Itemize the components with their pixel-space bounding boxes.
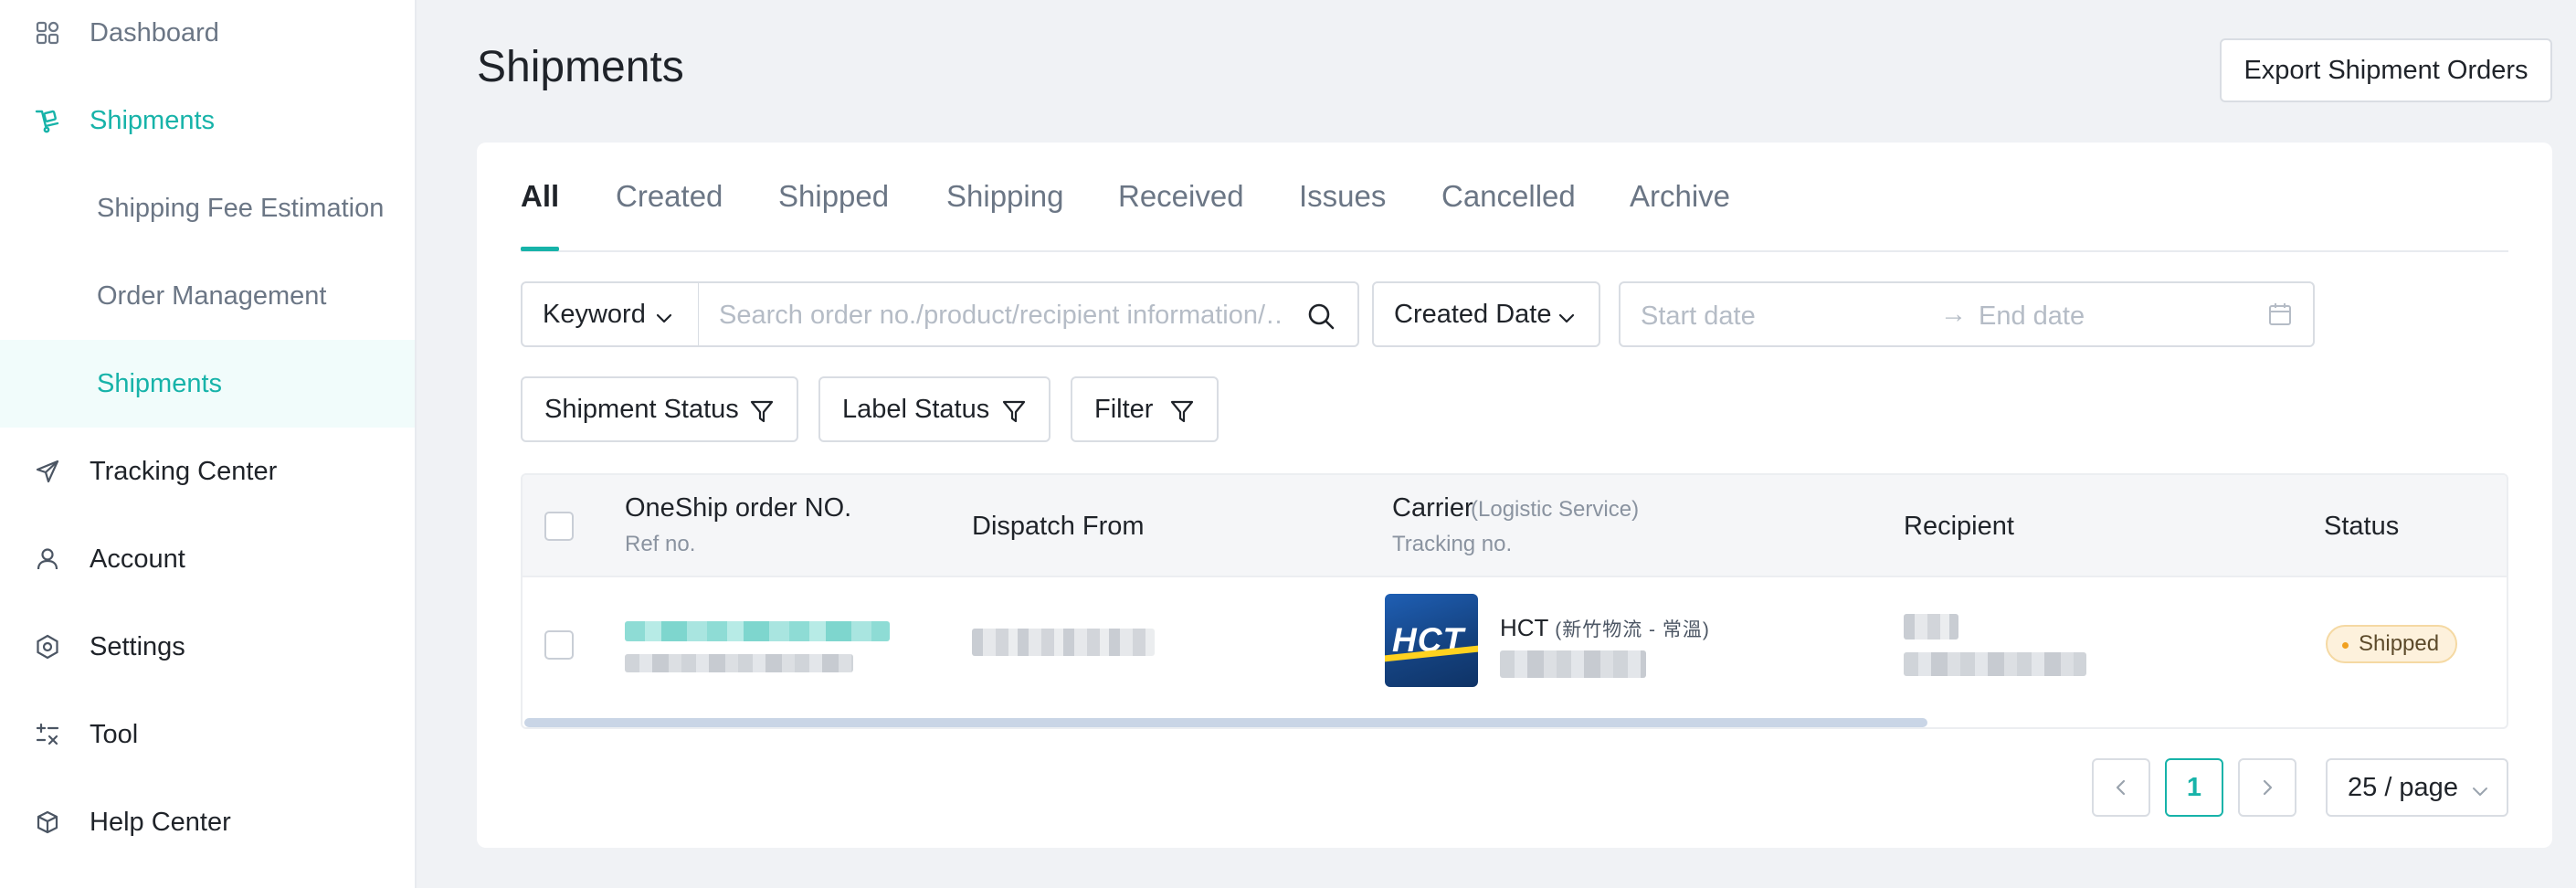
sidebar-item-label: Tool — [90, 719, 139, 749]
column-header-order-no: OneShip order NO. — [625, 493, 852, 523]
column-header-carrier: Carrier — [1392, 493, 1473, 523]
recipient-name-redacted — [1904, 614, 1958, 640]
filter-icon — [749, 398, 775, 431]
sidebar-subitem-order-management[interactable]: Order Management — [0, 252, 415, 340]
sidebar-item-tool[interactable]: Tool — [0, 691, 415, 778]
tab-all[interactable]: All — [521, 179, 559, 214]
settings-icon — [33, 632, 62, 661]
page-size-select[interactable]: 25 / page — [2326, 758, 2508, 817]
tab-issues[interactable]: Issues — [1299, 179, 1386, 214]
sidebar-item-help-center[interactable]: Help Center — [0, 778, 415, 866]
calendar-icon — [2267, 301, 2293, 332]
tab-archive[interactable]: Archive — [1630, 179, 1730, 214]
chevron-left-icon — [2116, 779, 2126, 796]
keyword-select-label: Keyword — [543, 299, 646, 329]
chevron-right-icon — [2263, 779, 2273, 796]
filter-icon — [1001, 398, 1027, 431]
tab-created[interactable]: Created — [616, 179, 723, 214]
next-page-button[interactable] — [2238, 758, 2296, 817]
sidebar-item-label: Dashboard — [90, 17, 219, 48]
row-checkbox[interactable] — [544, 630, 574, 660]
box-icon — [33, 808, 62, 837]
sidebar: Dashboard Shipments Shipping Fee Estimat… — [0, 0, 417, 888]
sidebar-item-tracking-center[interactable]: Tracking Center — [0, 428, 415, 515]
date-range-picker[interactable]: Start date → End date — [1619, 281, 2315, 347]
select-all-checkbox[interactable] — [544, 512, 574, 541]
table-header: OneShip order NO. Ref no. Dispatch From … — [523, 475, 2507, 577]
shipment-status-filter-button[interactable]: Shipment Status — [521, 376, 798, 442]
tab-shipping[interactable]: Shipping — [946, 179, 1063, 214]
page-title: Shipments — [477, 43, 684, 91]
column-subheader-tracking-no: Tracking no. — [1392, 532, 1513, 556]
keyword-select[interactable]: Keyword — [521, 281, 700, 347]
column-subheader-ref-no: Ref no. — [625, 532, 696, 556]
page-size-label: 25 / page — [2348, 772, 2458, 802]
sidebar-subitem-shipments[interactable]: Shipments — [0, 340, 415, 428]
carrier-service: (新竹物流 - 常溫) — [1555, 619, 1710, 640]
date-type-select[interactable]: Created Date — [1372, 281, 1600, 347]
tab-shipped[interactable]: Shipped — [778, 179, 889, 214]
column-header-recipient: Recipient — [1904, 512, 2014, 541]
shipments-card: All Created Shipped Shipping Received Is… — [477, 143, 2552, 848]
status-badge: Shipped — [2326, 625, 2458, 663]
tab-cancelled[interactable]: Cancelled — [1441, 179, 1576, 214]
chevron-down-icon — [1557, 305, 1577, 335]
filter-button[interactable]: Filter — [1071, 376, 1219, 442]
tracking-number-redacted[interactable] — [1500, 650, 1646, 678]
shipments-icon — [33, 106, 62, 135]
sidebar-item-label: Help Center — [90, 807, 231, 837]
label-status-label: Label Status — [842, 394, 990, 424]
range-arrow-icon: → — [1940, 300, 1967, 329]
ref-number-redacted — [625, 654, 853, 672]
carrier-name-text: HCT — [1500, 614, 1548, 641]
page-button-current[interactable]: 1 — [2165, 758, 2223, 817]
status-tabs: All Created Shipped Shipping Received Is… — [521, 143, 2508, 252]
tool-icon — [33, 720, 62, 749]
start-date-input[interactable]: Start date — [1641, 301, 1756, 332]
order-number-redacted[interactable] — [625, 621, 890, 641]
user-icon — [33, 544, 62, 574]
hct-carrier-logo: HCT — [1385, 594, 1478, 687]
sidebar-item-shipments[interactable]: Shipments — [0, 77, 415, 164]
dispatch-from-redacted — [972, 629, 1155, 656]
filter-icon — [1169, 398, 1195, 431]
column-header-dispatch-from: Dispatch From — [972, 512, 1145, 541]
end-date-input[interactable]: End date — [1979, 301, 2085, 332]
filter-label: Filter — [1094, 394, 1154, 424]
shipments-table: OneShip order NO. Ref no. Dispatch From … — [521, 473, 2508, 729]
sidebar-item-label: Account — [90, 544, 185, 574]
prev-page-button[interactable] — [2092, 758, 2150, 817]
sidebar-item-settings[interactable]: Settings — [0, 603, 415, 691]
sidebar-item-account[interactable]: Account — [0, 515, 415, 603]
search-icon[interactable] — [1306, 301, 1336, 335]
tab-received[interactable]: Received — [1118, 179, 1244, 214]
active-tab-indicator — [521, 247, 559, 251]
label-status-filter-button[interactable]: Label Status — [818, 376, 1050, 442]
send-icon — [33, 457, 62, 486]
search-box — [698, 281, 1359, 347]
sidebar-item-label: Tracking Center — [90, 456, 278, 486]
chevron-down-icon — [654, 305, 674, 335]
column-header-status: Status — [2324, 512, 2400, 541]
sidebar-item-dashboard[interactable]: Dashboard — [0, 0, 415, 77]
date-type-label: Created Date — [1394, 299, 1552, 329]
dashboard-icon — [33, 18, 62, 48]
sidebar-item-label: Settings — [90, 631, 185, 661]
column-header-logistic-service: (Logistic Service) — [1471, 497, 1640, 522]
horizontal-scrollbar[interactable] — [524, 718, 1927, 727]
sidebar-subitem-shipping-fee-estimation[interactable]: Shipping Fee Estimation — [0, 164, 415, 252]
search-input[interactable] — [719, 298, 1285, 333]
carrier-name: HCT (新竹物流 - 常溫) — [1500, 614, 1710, 642]
sidebar-item-label: Shipments — [90, 105, 216, 135]
shipment-status-label: Shipment Status — [544, 394, 739, 424]
recipient-contact-redacted — [1904, 652, 2086, 676]
export-shipment-orders-button[interactable]: Export Shipment Orders — [2220, 38, 2552, 102]
chevron-down-icon — [2470, 778, 2490, 809]
